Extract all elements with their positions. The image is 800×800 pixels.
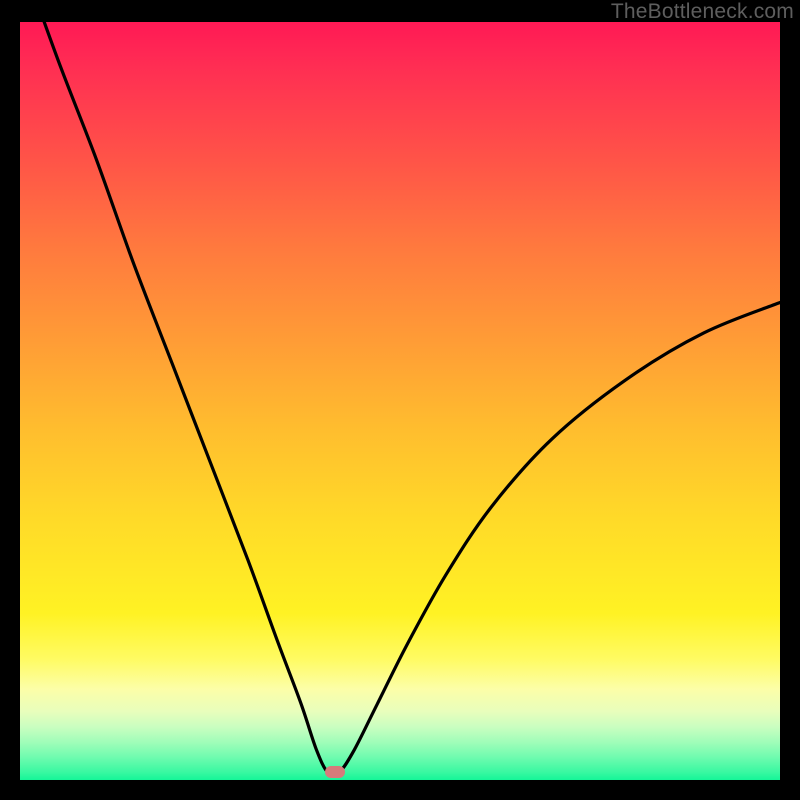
watermark-text: TheBottleneck.com	[611, 0, 794, 24]
bottleneck-curve	[20, 22, 780, 775]
chart-plot-area	[20, 22, 780, 780]
optimum-marker	[325, 766, 345, 778]
chart-curve-svg	[20, 22, 780, 780]
